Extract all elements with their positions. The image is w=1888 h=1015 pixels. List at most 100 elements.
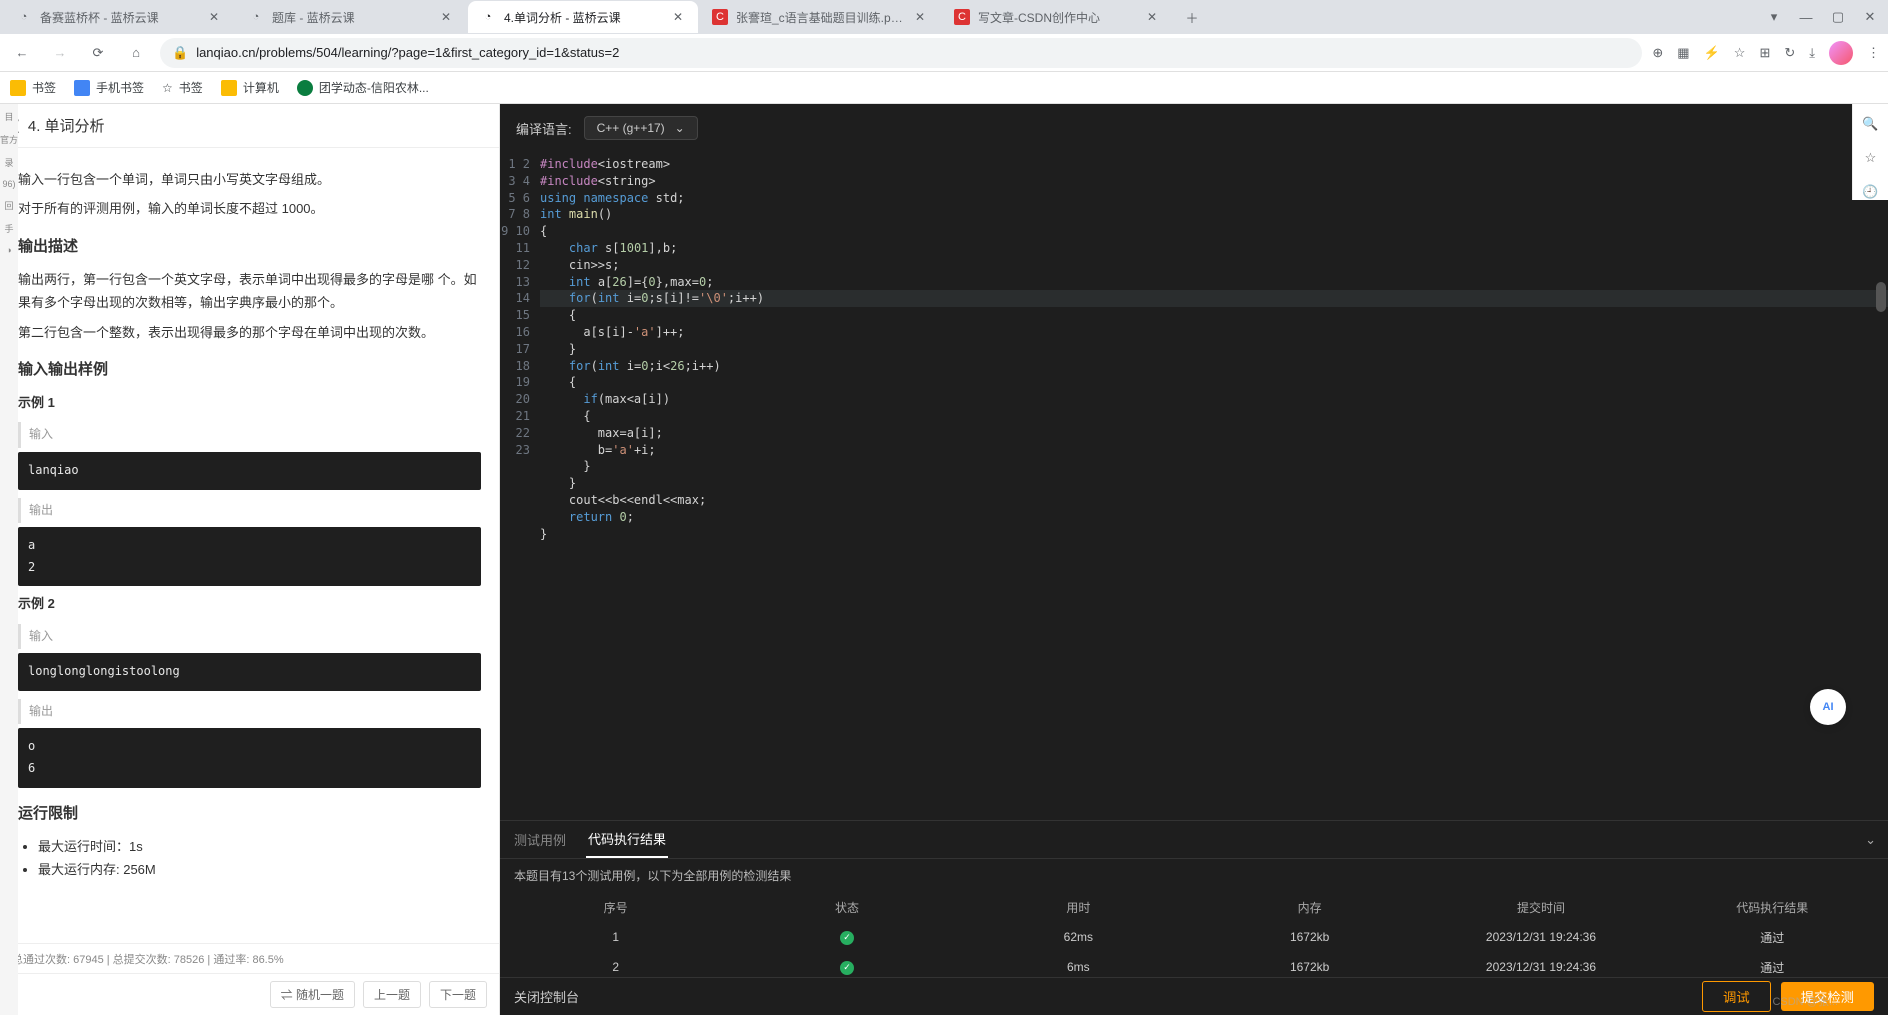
sample-input-1: lanqiao <box>18 452 481 490</box>
tab-exec-results[interactable]: 代码执行结果 <box>586 821 668 858</box>
close-icon[interactable]: ✕ <box>438 9 454 25</box>
output-label: 输出 <box>18 498 481 524</box>
limits-heading: 运行限制 <box>18 800 481 827</box>
output-label: 输出 <box>18 699 481 725</box>
tab-0[interactable]: ◔ 备赛蓝桥杯 - 蓝桥云课 ✕ <box>4 1 234 33</box>
close-console-button[interactable]: 关闭控制台 <box>514 987 579 1006</box>
tab-title: 题库 - 蓝桥云课 <box>272 9 430 26</box>
check-icon: ✓ <box>840 931 854 945</box>
address-bar: ← → ⟳ ⌂ 🔒 lanqiao.cn/problems/504/learni… <box>0 34 1888 72</box>
bookmark-star-icon[interactable]: ☆ <box>1734 45 1746 61</box>
lang-value: C++ (g++17) <box>597 121 665 135</box>
close-icon[interactable]: ✕ <box>912 9 928 25</box>
tab-3[interactable]: C张謇瑄_c语言基础题目训练.pytho✕ <box>700 1 940 33</box>
code-editor[interactable]: 1 2 3 4 5 6 7 8 9 10 11 12 13 14 15 16 1… <box>500 152 1888 820</box>
code-content[interactable]: #include<iostream> #include<string> usin… <box>540 152 1888 820</box>
results-info: 本题目有13个测试用例，以下为全部用例的检测结果 <box>500 859 1888 892</box>
col-result: 代码执行结果 <box>1657 899 1888 916</box>
random-problem-button[interactable]: ⇌ 随机一题 <box>270 981 355 1008</box>
search-page-icon[interactable]: ⊕ <box>1652 45 1663 61</box>
col-mem: 内存 <box>1194 899 1425 916</box>
reload-button[interactable]: ⟳ <box>84 39 112 67</box>
browser-side-panel: 🔍 ☆ 🕘 <box>1852 104 1888 200</box>
star-icon[interactable]: ☆ <box>1865 150 1877 166</box>
bookmark-item[interactable]: 手机书签 <box>74 79 144 96</box>
bookmark-bar: 书签 手机书签 ☆书签 计算机 团学动态-信阳农林... <box>0 72 1888 104</box>
csdn-icon: C <box>954 9 970 25</box>
clock-icon[interactable]: 🕘 <box>1862 184 1878 200</box>
input-label: 输入 <box>18 624 481 650</box>
home-button[interactable]: ⌂ <box>122 39 150 67</box>
results-table: 序号 状态 用时 内存 提交时间 代码执行结果 1✓62ms1672kb2023… <box>500 892 1888 977</box>
folder-icon <box>10 80 26 96</box>
tab-test-cases[interactable]: 测试用例 <box>512 822 568 857</box>
window-close-icon[interactable]: ✕ <box>1860 7 1880 27</box>
collapse-icon[interactable]: ⌄ <box>1865 832 1876 848</box>
problem-panel: ⟨ 4. 单词分析 输入一行包含一个单词，单词只由小写英文字母组成。 对于所有的… <box>0 104 500 1015</box>
result-row: 1✓62ms1672kb2023/12/31 19:24:36通过 <box>500 922 1888 952</box>
sample-output-2: o 6 <box>18 728 481 787</box>
example-2-label: 示例 2 <box>18 596 55 611</box>
close-icon[interactable]: ✕ <box>1144 9 1160 25</box>
maximize-icon[interactable]: ▢ <box>1828 7 1848 27</box>
favicon-icon: ◔ <box>16 9 32 25</box>
next-problem-button[interactable]: 下一题 <box>429 981 487 1008</box>
bookmark-item[interactable]: 书签 <box>10 79 56 96</box>
star-icon: ☆ <box>162 81 173 95</box>
back-button[interactable]: ← <box>8 39 36 67</box>
close-icon[interactable]: ✕ <box>670 9 686 25</box>
minimize-icon[interactable]: — <box>1796 7 1816 27</box>
scrollbar-thumb[interactable] <box>1876 282 1886 312</box>
ai-assist-button[interactable]: AI <box>1810 689 1846 725</box>
bookmark-item[interactable]: 团学动态-信阳农林... <box>297 79 429 96</box>
input-desc-1: 输入一行包含一个单词，单词只由小写英文字母组成。 <box>18 168 481 191</box>
tab-1[interactable]: ◔ 题库 - 蓝桥云课 ✕ <box>236 1 466 33</box>
output-desc-2: 第二行包含一个整数，表示出现得最多的那个字母在单词中出现的次数。 <box>18 321 481 344</box>
profile-avatar[interactable] <box>1829 41 1853 65</box>
favicon-icon: ◔ <box>248 9 264 25</box>
watermark: CSDN @张... <box>1772 993 1838 1009</box>
lang-label: 编译语言: <box>516 119 572 138</box>
line-gutter: 1 2 3 4 5 6 7 8 9 10 11 12 13 14 15 16 1… <box>500 152 540 820</box>
close-icon[interactable]: ✕ <box>206 9 222 25</box>
download-icon[interactable]: ⤓ <box>1809 45 1815 61</box>
bookmark-item[interactable]: 计算机 <box>221 79 279 96</box>
input-desc-2: 对于所有的评测用例，输入的单词长度不超过 1000。 <box>18 197 481 220</box>
col-time: 用时 <box>963 899 1194 916</box>
folder-icon <box>74 80 90 96</box>
tab-list-icon[interactable]: ▾ <box>1764 7 1784 27</box>
output-desc-1: 输出两行，第一行包含一个英文字母，表示单词中出现得最多的字母是哪 个。如果有多个… <box>18 268 481 315</box>
history-icon[interactable]: ↻ <box>1784 45 1795 61</box>
tab-4[interactable]: C 写文章-CSDN创作中心 ✕ <box>942 1 1172 33</box>
tab-title: 备赛蓝桥杯 - 蓝桥云课 <box>40 9 198 26</box>
debug-button[interactable]: 调试 <box>1702 981 1771 1012</box>
sample-output-1: a 2 <box>18 527 481 586</box>
col-ts: 提交时间 <box>1425 899 1656 916</box>
limit-time: 最大运行时间：1s <box>38 835 481 858</box>
bookmark-item[interactable]: ☆书签 <box>162 79 203 96</box>
chevron-down-icon: ⌄ <box>675 121 685 135</box>
tab-title: 4.单词分析 - 蓝桥云课 <box>504 9 662 26</box>
language-select[interactable]: C++ (g++17) ⌄ <box>584 116 698 140</box>
browser-tab-strip: ◔ 备赛蓝桥杯 - 蓝桥云课 ✕ ◔ 题库 - 蓝桥云课 ✕ ◔ 4.单词分析 - 蓝桥云… <box>0 0 1888 34</box>
sample-input-2: longlonglongistoolong <box>18 653 481 691</box>
new-tab-button[interactable]: ＋ <box>1178 3 1206 31</box>
input-label: 输入 <box>18 422 481 448</box>
url-input[interactable]: 🔒 lanqiao.cn/problems/504/learning/?page… <box>160 38 1642 68</box>
qr-icon[interactable]: ▦ <box>1677 45 1689 61</box>
csdn-icon: C <box>712 9 728 25</box>
extension-icon[interactable]: ⊞ <box>1759 45 1770 61</box>
search-icon[interactable]: 🔍 <box>1862 116 1878 132</box>
lock-icon: 🔒 <box>172 45 188 61</box>
problem-title: 4. 单词分析 <box>28 115 105 136</box>
result-row: 2✓6ms1672kb2023/12/31 19:24:36通过 <box>500 952 1888 977</box>
example-1-label: 示例 1 <box>18 395 55 410</box>
tab-2[interactable]: ◔4.单词分析 - 蓝桥云课✕ <box>468 1 698 33</box>
menu-icon[interactable]: ⋮ <box>1867 45 1880 61</box>
tab-title: 写文章-CSDN创作中心 <box>978 9 1136 26</box>
prev-problem-button[interactable]: 上一题 <box>363 981 421 1008</box>
forward-button[interactable]: → <box>46 39 74 67</box>
check-icon: ✓ <box>840 961 854 975</box>
bolt-icon[interactable]: ⚡ <box>1704 45 1720 61</box>
problem-header: ⟨ 4. 单词分析 <box>0 104 499 148</box>
